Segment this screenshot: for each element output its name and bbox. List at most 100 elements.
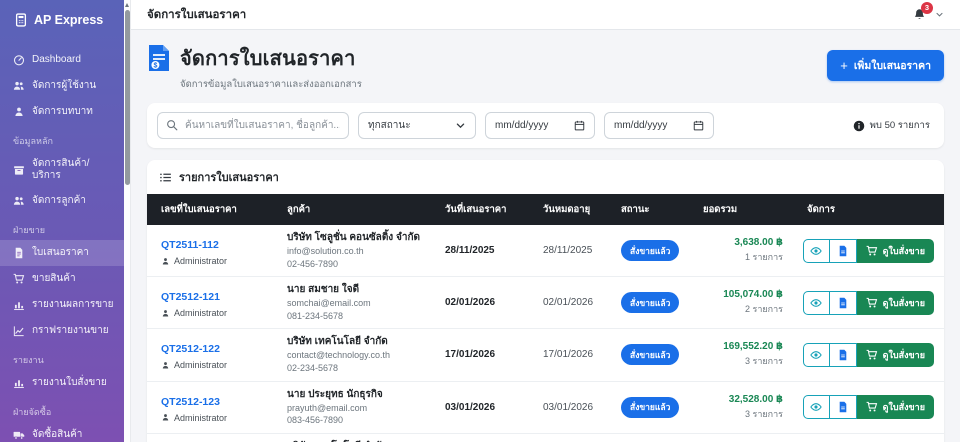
date-to-input[interactable]: mm/dd/yyyy bbox=[604, 112, 714, 139]
file-pdf-icon bbox=[837, 245, 849, 257]
sidebar: AP Express Dashboard จัดการผู้ใช้งาน จัด… bbox=[0, 0, 124, 442]
customer-name: บริษัท เทคโนโลยี จำกัด bbox=[287, 336, 388, 348]
items-count: 3 รายการ bbox=[744, 356, 783, 367]
scrollbar-up-arrow[interactable] bbox=[125, 3, 129, 7]
expiry-date: 03/01/2026 bbox=[543, 401, 594, 413]
status-badge: สั่งขายแล้ว bbox=[621, 292, 680, 314]
page-title: จัดการใบเสนอราคา bbox=[180, 48, 356, 70]
sidebar-item-icon bbox=[13, 299, 25, 311]
sidebar-nav: Dashboard จัดการผู้ใช้งาน จัดการบทบาท ข้… bbox=[0, 47, 124, 442]
person-icon bbox=[161, 257, 170, 266]
table-body: QT2511-112 Administrator บริษัท โซลูชั่น… bbox=[147, 225, 944, 442]
customer-name: บริษัท โซลูชั่น คอนซัลติ้ง จำกัด bbox=[287, 232, 420, 243]
table-header-row: เลขที่ใบเสนอราคา ลูกค้า วันที่เสนอราคา ว… bbox=[147, 194, 944, 225]
app-logo[interactable]: AP Express bbox=[0, 0, 124, 47]
view-button[interactable] bbox=[802, 395, 830, 420]
search-icon bbox=[166, 119, 178, 131]
quotation-number-link[interactable]: QT2512-121 bbox=[161, 291, 220, 303]
sidebar-item[interactable]: จัดการสินค้า/บริการ bbox=[0, 151, 124, 188]
sidebar-item-label: Dashboard bbox=[32, 54, 81, 66]
quote-date: 17/01/2026 bbox=[445, 349, 496, 361]
status-filter-value: ทุกสถานะ bbox=[368, 120, 411, 131]
eye-icon bbox=[810, 349, 822, 361]
customer-phone: 02-456-7890 bbox=[287, 258, 339, 269]
quotation-number-link[interactable]: QT2511-112 bbox=[161, 239, 219, 251]
notifications-button[interactable]: 3 bbox=[913, 1, 933, 24]
quote-date: 28/11/2025 bbox=[445, 245, 495, 257]
view-button[interactable] bbox=[802, 290, 830, 315]
cart-icon bbox=[866, 401, 878, 413]
eye-icon bbox=[810, 297, 822, 309]
cart-icon bbox=[866, 349, 878, 361]
sidebar-item[interactable]: ขายสินค้า bbox=[0, 266, 124, 292]
sidebar-item[interactable]: จัดการผู้ใช้งาน bbox=[0, 73, 124, 99]
status-filter-select[interactable]: ทุกสถานะ bbox=[358, 112, 476, 139]
total-amount: 169,552.20 ฿ bbox=[723, 341, 783, 353]
customer-name: นาย สมชาย ใจดี bbox=[287, 284, 360, 296]
col-header-expiry-date: วันหมดอายุ bbox=[543, 204, 591, 215]
sidebar-item[interactable]: รายงานผลการขาย bbox=[0, 292, 124, 318]
sidebar-item-label: รายงานผลการขาย bbox=[32, 299, 114, 311]
view-sale-order-button[interactable]: ดูใบสั่งขาย bbox=[856, 290, 934, 315]
sidebar-item-label: จัดการผู้ใช้งาน bbox=[32, 80, 97, 92]
person-icon bbox=[161, 361, 170, 370]
calendar-icon bbox=[693, 120, 704, 131]
owner-name: Administrator bbox=[174, 360, 228, 371]
view-sale-order-label: ดูใบสั่งขาย bbox=[882, 402, 925, 413]
quotation-number-link[interactable]: QT2512-123 bbox=[161, 396, 220, 408]
sidebar-scrollbar[interactable] bbox=[124, 0, 131, 442]
customer-email: info@solution.co.th bbox=[287, 246, 364, 256]
person-icon bbox=[161, 309, 170, 318]
chevron-down-icon[interactable] bbox=[935, 10, 944, 19]
sidebar-item-label: จัดซื้อสินค้า bbox=[32, 429, 83, 441]
items-count: 3 รายการ bbox=[744, 408, 783, 419]
quote-date: 03/01/2026 bbox=[445, 401, 496, 413]
date-from-input[interactable]: mm/dd/yyyy bbox=[485, 112, 595, 139]
status-badge: สั่งขายแล้ว bbox=[621, 344, 680, 366]
export-pdf-button[interactable] bbox=[829, 395, 857, 420]
chevron-down-icon bbox=[455, 120, 466, 131]
customer-name: นาย ประยุทธ นักธุรกิจ bbox=[287, 388, 383, 400]
main-area: จัดการใบเสนอราคา 3 จัดการใบเสนอราคา จัดก… bbox=[131, 0, 960, 442]
sidebar-item[interactable]: Dashboard bbox=[0, 47, 124, 73]
quote-date: 02/01/2026 bbox=[445, 297, 496, 309]
filter-bar: ทุกสถานะ mm/dd/yyyy mm/dd/yyyy พบ 50 ราย… bbox=[147, 103, 944, 148]
scrollbar-thumb[interactable] bbox=[125, 10, 130, 185]
eye-icon bbox=[810, 401, 822, 413]
sidebar-item[interactable]: รายงานใบสั่งขาย bbox=[0, 370, 124, 396]
page-header: จัดการใบเสนอราคา จัดการข้อมูลใบเสนอราคาแ… bbox=[147, 42, 944, 92]
items-count: 2 รายการ bbox=[744, 304, 783, 315]
view-button[interactable] bbox=[802, 238, 830, 263]
sidebar-item[interactable]: ใบเสนอราคา bbox=[0, 240, 124, 266]
page-content: จัดการใบเสนอราคา จัดการข้อมูลใบเสนอราคาแ… bbox=[131, 30, 960, 442]
result-count: พบ 50 รายการ bbox=[853, 118, 934, 133]
sidebar-item[interactable]: จัดการลูกค้า bbox=[0, 188, 124, 214]
sidebar-section-label: ฝ่ายขาย bbox=[13, 225, 46, 235]
export-pdf-button[interactable] bbox=[829, 238, 857, 263]
topbar-title: จัดการใบเสนอราคา bbox=[147, 8, 247, 21]
quotation-number-link[interactable]: QT2512-122 bbox=[161, 343, 220, 355]
result-count-label: พบ 50 รายการ bbox=[869, 120, 930, 131]
table-row: QT2512-124 Administrator บริษัท เทคโนโลย… bbox=[147, 434, 944, 442]
export-pdf-button[interactable] bbox=[829, 290, 857, 315]
file-pdf-icon bbox=[837, 349, 849, 361]
view-sale-order-button[interactable]: ดูใบสั่งขาย bbox=[856, 395, 934, 420]
customer-email: somchai@email.com bbox=[287, 298, 371, 309]
table-row: QT2512-123 Administrator นาย ประยุทธ นัก… bbox=[147, 382, 944, 434]
list-icon bbox=[159, 171, 172, 184]
customer-phone: 083-456-7890 bbox=[287, 415, 344, 426]
customer-phone: 02-234-5678 bbox=[287, 362, 339, 373]
sidebar-item[interactable]: กราฟรายงานขาย bbox=[0, 318, 124, 344]
sidebar-section-label: รายงาน bbox=[13, 355, 44, 365]
sidebar-item[interactable]: จัดการบทบาท bbox=[0, 99, 124, 125]
sidebar-item-icon bbox=[13, 164, 25, 176]
table-title: รายการใบเสนอราคา bbox=[179, 172, 279, 184]
view-sale-order-button[interactable]: ดูใบสั่งขาย bbox=[856, 342, 934, 367]
add-quotation-button[interactable]: + เพิ่มใบเสนอราคา bbox=[827, 50, 944, 81]
view-button[interactable] bbox=[802, 342, 830, 367]
sidebar-item[interactable]: จัดซื้อสินค้า bbox=[0, 422, 124, 442]
date-from-value: mm/dd/yyyy bbox=[495, 120, 549, 131]
search-input[interactable] bbox=[157, 112, 349, 139]
export-pdf-button[interactable] bbox=[829, 342, 857, 367]
view-sale-order-button[interactable]: ดูใบสั่งขาย bbox=[856, 238, 934, 263]
